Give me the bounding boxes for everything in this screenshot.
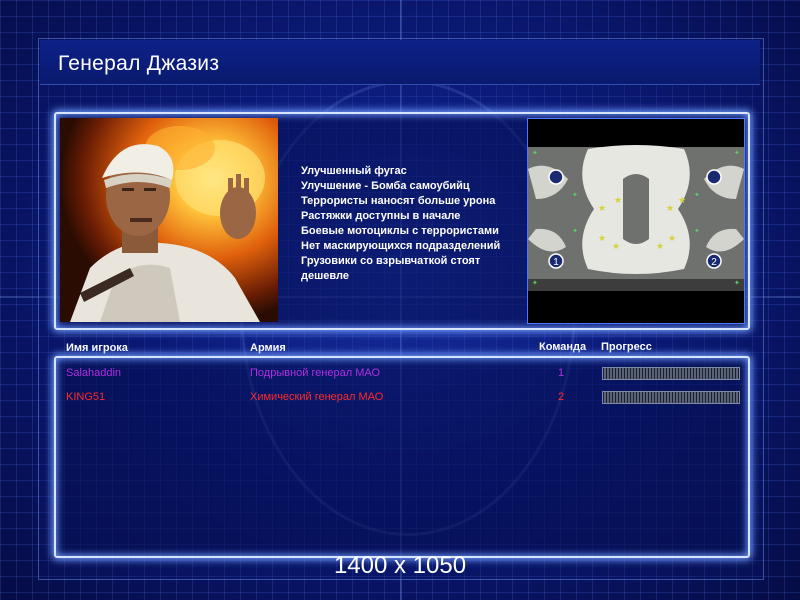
player-progress-bar [602,391,740,404]
svg-text:✦: ✦ [734,279,740,287]
svg-text:✦: ✦ [694,191,700,199]
svg-text:✦: ✦ [572,227,578,235]
player-progress-bar [602,367,740,380]
player-army: Химический генерал МАО [250,391,384,403]
svg-text:★: ★ [598,233,606,243]
svg-text:★: ★ [614,195,622,205]
svg-text:✦: ✦ [532,279,538,287]
start-position-marker [548,169,564,185]
column-header-team: Команда [539,341,587,353]
minimap: 1 2 ★ ★ ★ ★ ★ ★ ★ ★ ✦ ✦ ✦ ✦ ✦ ✦ ✦ ✦ [527,118,745,324]
column-header-player-name: Имя игрока [66,342,128,354]
player-army: Подрывной генерал МАО [250,367,381,379]
players-panel [54,356,750,558]
player-name: KING51 [66,391,106,403]
svg-text:✦: ✦ [572,191,578,199]
column-header-army: Армия [250,342,286,354]
portrait-illustration [60,118,278,322]
minimap-image: 1 2 ★ ★ ★ ★ ★ ★ ★ ★ ✦ ✦ ✦ ✦ ✦ ✦ ✦ ✦ [528,119,744,323]
player-team: 1 [557,367,565,379]
svg-text:✦: ✦ [532,149,538,157]
player-name: Salahaddin [66,367,122,379]
svg-text:★: ★ [612,241,620,251]
column-header-progress: Прогресс [601,341,652,353]
start-position-label: 1 [553,257,559,268]
svg-text:★: ★ [656,241,664,251]
svg-text:✦: ✦ [734,149,740,157]
svg-text:★: ★ [666,203,674,213]
general-description: Улучшенный фугас Улучшение - Бомба самоу… [301,165,501,282]
resolution-label: 1400 x 1050 [333,552,467,579]
svg-text:✦: ✦ [694,227,700,235]
player-team: 2 [557,391,565,403]
svg-text:★: ★ [598,203,606,213]
start-position-marker [706,169,722,185]
start-position-label: 2 [711,257,717,268]
general-title: Генерал Джазиз [58,52,220,75]
svg-text:★: ★ [678,195,686,205]
svg-text:★: ★ [668,233,676,243]
general-portrait-image [60,118,278,322]
